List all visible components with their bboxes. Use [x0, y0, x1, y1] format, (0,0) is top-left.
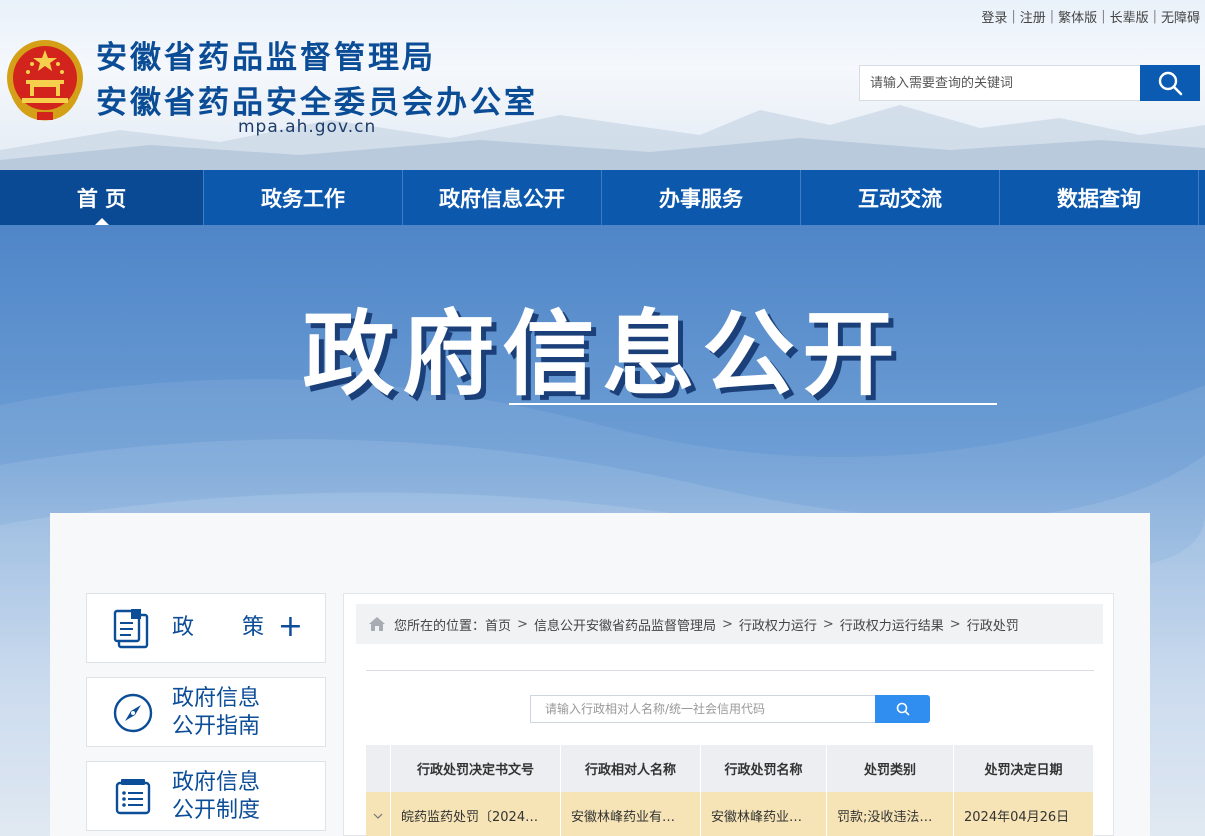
table-header-cell — [366, 745, 391, 792]
banner-underline — [509, 403, 997, 405]
sidebar-item-label: 政府信息 公开制度 — [172, 770, 261, 823]
link-separator: | — [1049, 9, 1055, 24]
site-search-button[interactable] — [1140, 65, 1200, 101]
table-cell: 2024年04月26日 — [954, 792, 1094, 836]
sidebar-item-disclosure-guide[interactable]: 政府信息 公开指南 — [86, 677, 326, 747]
nav-government-affairs[interactable]: 政务工作 — [204, 170, 403, 225]
banner-title: 政府信息公开 — [302, 301, 903, 408]
penalty-search — [530, 695, 930, 723]
site-domain: mpa.ah.gov.cn — [238, 117, 377, 137]
sidebar-item-label: 政府信息 公开指南 — [172, 686, 261, 739]
main-panel: 您所在的位置： 首页 > 信息公开安徽省药品监督管理局 > 行政权力运行 > 行… — [343, 593, 1114, 836]
table-cell: 安徽林峰药业有… — [561, 792, 701, 836]
login-link[interactable]: 登录 — [981, 7, 1007, 26]
site-search-input[interactable] — [859, 65, 1140, 101]
breadcrumb-separator: > — [949, 616, 961, 632]
chevron-down-icon — [373, 813, 383, 819]
site-title-secondary: 安徽省药品安全委员会办公室 — [96, 85, 538, 121]
link-separator: | — [1011, 9, 1016, 24]
site-header: 安徽省药品监督管理局 安徽省药品安全委员会办公室 mpa.ah.gov.cn 登… — [0, 0, 1205, 170]
table-header-cell: 处罚类别 — [827, 745, 954, 792]
main-nav: 首 页 政务工作 政府信息公开 办事服务 互动交流 数据查询 — [0, 170, 1205, 225]
home-icon — [369, 617, 385, 631]
breadcrumb-admin-power-results[interactable]: 行政权力运行结果 — [840, 615, 944, 634]
breadcrumb-prefix: 您所在的位置： — [394, 618, 486, 634]
site-title-primary: 安徽省药品监督管理局 — [96, 40, 436, 76]
cell-text: 皖药监药处罚〔2024… — [401, 810, 539, 825]
breadcrumb-admin-power[interactable]: 行政权力运行 — [739, 615, 817, 634]
penalty-search-input[interactable] — [530, 695, 875, 723]
policy-document-icon — [113, 609, 149, 649]
cell-text: 安徽林峰药业有… — [571, 810, 676, 825]
top-links: 登录 | 注册 | 繁体版 | 长辈版 | 无障碍 — [981, 7, 1200, 26]
row-expand-toggle[interactable] — [366, 792, 391, 836]
table-header-cell: 行政处罚名称 — [701, 745, 827, 792]
sidebar-item-disclosure-system[interactable]: 政府信息 公开制度 — [86, 761, 326, 831]
table-header-cell: 处罚决定日期 — [954, 745, 1094, 792]
table-header-cell: 行政相对人名称 — [561, 745, 701, 792]
breadcrumb-separator: > — [517, 616, 528, 632]
expand-plus-icon[interactable]: + — [278, 612, 303, 642]
nav-information-disclosure[interactable]: 政府信息公开 — [403, 170, 602, 225]
breadcrumb-separator: > — [721, 616, 733, 632]
content-area: 政策 + 政府信息 公开指南 政府信息 公开制度 您所在的位置： 首页 > 信息… — [50, 513, 1150, 836]
site-search — [859, 65, 1200, 101]
breadcrumb: 您所在的位置： 首页 > 信息公开安徽省药品监督管理局 > 行政权力运行 > 行… — [356, 604, 1103, 644]
traditional-chinese-link[interactable]: 繁体版 — [1058, 7, 1097, 26]
cell-text: 罚款;没收违法… — [837, 810, 933, 825]
penalty-search-button[interactable] — [875, 695, 930, 723]
breadcrumb-separator: > — [822, 616, 834, 632]
penalty-table: 行政处罚决定书文号 行政相对人名称 行政处罚名称 处罚类别 处罚决定日期 皖药监… — [366, 745, 1094, 836]
search-icon — [1158, 71, 1183, 96]
table-row[interactable]: 皖药监药处罚〔2024… 安徽林峰药业有… 安徽林峰药业… 罚款;没收违法… 2… — [366, 792, 1094, 836]
breadcrumb-home[interactable]: 首页 — [485, 615, 511, 634]
link-separator: | — [1101, 9, 1106, 24]
national-emblem-icon — [7, 40, 83, 121]
nav-services[interactable]: 办事服务 — [602, 170, 801, 225]
compass-icon — [113, 693, 153, 733]
sidebar-item-policy[interactable]: 政策 + — [86, 593, 326, 663]
link-separator: | — [1152, 9, 1157, 24]
list-document-icon — [115, 779, 151, 815]
cell-text: 安徽林峰药业… — [711, 810, 803, 825]
table-header: 行政处罚决定书文号 行政相对人名称 行政处罚名称 处罚类别 处罚决定日期 — [366, 745, 1094, 792]
nav-interaction[interactable]: 互动交流 — [801, 170, 1000, 225]
search-icon — [896, 702, 909, 716]
section-divider — [366, 670, 1094, 671]
table-header-cell: 行政处罚决定书文号 — [391, 745, 561, 792]
nav-data-query[interactable]: 数据查询 — [1000, 170, 1199, 225]
table-cell: 皖药监药处罚〔2024… — [391, 792, 561, 836]
nav-home[interactable]: 首 页 — [0, 170, 204, 225]
cell-text: 2024年04月26日 — [964, 810, 1070, 825]
table-cell: 安徽林峰药业… — [701, 792, 827, 836]
table-cell: 罚款;没收违法… — [827, 792, 954, 836]
breadcrumb-disclosure[interactable]: 信息公开安徽省药品监督管理局 — [534, 615, 716, 634]
register-link[interactable]: 注册 — [1020, 7, 1046, 26]
elder-mode-link[interactable]: 长辈版 — [1110, 7, 1149, 26]
breadcrumb-admin-penalty[interactable]: 行政处罚 — [967, 615, 1019, 634]
accessibility-link[interactable]: 无障碍 — [1161, 7, 1200, 26]
